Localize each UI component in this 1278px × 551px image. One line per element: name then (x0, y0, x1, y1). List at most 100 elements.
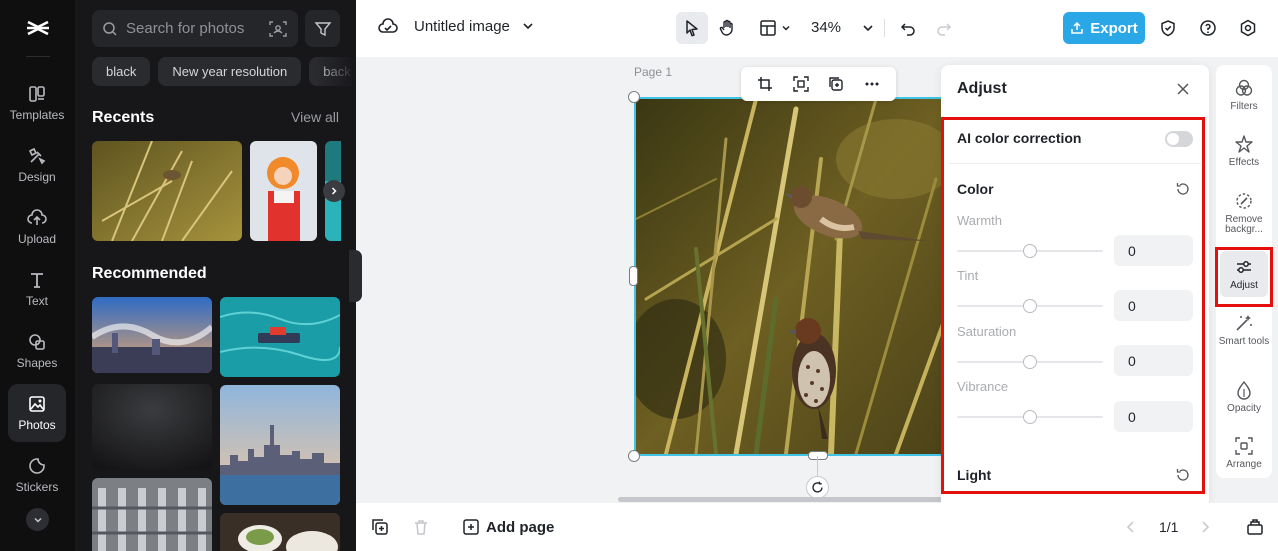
nav-label: Design (18, 170, 56, 184)
tool-filters[interactable]: Filters (1216, 78, 1272, 112)
resize-handle-bottom-left[interactable] (628, 450, 640, 462)
add-page-button[interactable]: Add page (462, 518, 554, 536)
tool-arrange[interactable]: Arrange (1216, 436, 1272, 470)
tint-slider[interactable] (957, 299, 1103, 313)
resize-handle-left[interactable] (629, 266, 638, 286)
reset-icon[interactable] (1176, 468, 1190, 482)
vibrance-slider[interactable] (957, 410, 1103, 424)
document-title[interactable]: Untitled image (378, 17, 534, 35)
zoom-level[interactable]: 34% (811, 19, 841, 36)
tool-label: Smart tools (1218, 336, 1270, 347)
adjust-title: Adjust (957, 80, 1007, 97)
zoom-dropdown-button[interactable] (852, 12, 884, 44)
delete-icon[interactable] (412, 518, 430, 536)
duplicate-button[interactable] (825, 73, 847, 95)
ai-color-correction-toggle[interactable] (1165, 131, 1193, 147)
nav-label: Photos (18, 418, 56, 432)
undo-icon (900, 23, 915, 36)
nav-shapes[interactable]: Shapes (8, 322, 66, 380)
nav-design[interactable]: Design (8, 136, 66, 194)
recommended-photo-dark[interactable] (92, 384, 212, 470)
chevron-down-icon (863, 25, 873, 32)
next-page-icon[interactable] (1196, 518, 1214, 536)
tool-opacity[interactable]: Opacity (1216, 380, 1272, 414)
recommended-photo-skyline[interactable] (220, 385, 340, 505)
crop-button[interactable] (754, 73, 776, 95)
close-icon[interactable] (1175, 81, 1191, 97)
left-nav-rail: Templates Design Upload Text Shapes Phot… (0, 0, 75, 551)
pages-panel-icon[interactable] (1246, 518, 1264, 536)
tint-value-input[interactable]: 0 (1114, 290, 1193, 321)
duplicate-page-icon[interactable] (371, 518, 389, 536)
hand-tool-button[interactable] (711, 12, 743, 44)
add-page-label: Add page (486, 518, 555, 536)
saturation-slider[interactable] (957, 355, 1103, 369)
resize-handle-bottom[interactable] (808, 451, 828, 460)
rotate-handle[interactable] (806, 476, 829, 499)
tool-label: Effects (1228, 157, 1260, 168)
export-label: Export (1090, 19, 1138, 37)
slider-knob[interactable] (1023, 244, 1037, 258)
light-section-title: Light (957, 467, 992, 483)
arrange-icon (1235, 437, 1253, 455)
recommended-photo-machinery[interactable] (92, 478, 212, 551)
slider-knob[interactable] (1023, 355, 1037, 369)
warmth-slider[interactable] (957, 244, 1103, 258)
chip-black[interactable]: black (92, 57, 151, 86)
layout-button[interactable] (754, 12, 796, 44)
recents-next-button[interactable] (323, 180, 345, 202)
nav-upload[interactable]: Upload (8, 198, 66, 256)
image-search-icon[interactable] (268, 20, 288, 38)
shapes-icon (29, 334, 45, 350)
vibrance-value-input[interactable]: 0 (1114, 401, 1193, 432)
more-options-button[interactable] (861, 73, 883, 95)
warmth-value-input[interactable]: 0 (1114, 235, 1193, 266)
help-button[interactable] (1192, 12, 1224, 44)
shield-button[interactable] (1152, 12, 1184, 44)
select-tool-button[interactable] (676, 12, 708, 44)
slider-knob[interactable] (1023, 299, 1037, 313)
smart-select-button[interactable] (790, 73, 812, 95)
recent-photo-bird[interactable] (92, 141, 242, 241)
nav-stickers[interactable]: Stickers (8, 446, 66, 504)
reset-icon[interactable] (1176, 182, 1190, 196)
recent-photo-cosplay[interactable] (250, 141, 317, 241)
tool-adjust[interactable]: Adjust (1220, 251, 1268, 297)
nav-templates[interactable]: Templates (8, 74, 66, 132)
recommended-photo-boat[interactable] (220, 297, 340, 377)
export-button[interactable]: Export (1063, 12, 1145, 44)
cursor-icon (686, 20, 698, 37)
right-tool-rail: Filters Effects Remove backgr... Adjust … (1216, 65, 1272, 478)
nav-photos[interactable]: Photos (8, 384, 66, 442)
saturation-value-input[interactable]: 0 (1114, 345, 1193, 376)
undo-button[interactable] (892, 12, 924, 44)
search-input[interactable]: Search for photos (92, 10, 298, 47)
nav-text[interactable]: Text (8, 260, 66, 318)
resize-handle-top-left[interactable] (628, 91, 640, 103)
recommended-photo-food[interactable] (220, 513, 340, 551)
more-nav-button[interactable] (26, 508, 49, 531)
recommended-photo-city[interactable] (92, 297, 212, 373)
search-icon (103, 21, 117, 36)
previous-page-icon[interactable] (1122, 518, 1140, 536)
redo-button[interactable] (928, 12, 960, 44)
chevron-down-icon (523, 23, 533, 30)
canvas-image[interactable] (634, 97, 954, 456)
photos-panel: Search for photos black New year resolut… (75, 0, 356, 551)
tool-smart-tools[interactable]: Smart tools (1216, 313, 1272, 347)
saturation-label: Saturation (957, 324, 1017, 339)
settings-button[interactable] (1232, 12, 1264, 44)
tool-effects[interactable]: Effects (1216, 134, 1272, 168)
view-all-link[interactable]: View all (291, 109, 339, 125)
tool-remove-background[interactable]: Remove backgr... (1216, 191, 1272, 235)
rotate-icon (812, 481, 823, 493)
filter-button[interactable] (305, 10, 340, 47)
effects-icon (1235, 135, 1253, 153)
slider-knob[interactable] (1023, 410, 1037, 424)
design-icon (28, 147, 46, 165)
tool-label: Opacity (1227, 403, 1261, 414)
tool-label: Remove backgr... (1225, 214, 1263, 235)
panel-collapse-handle[interactable] (349, 250, 362, 302)
chip-new-year-resolution[interactable]: New year resolution (158, 57, 302, 86)
capcut-logo[interactable] (24, 14, 52, 42)
